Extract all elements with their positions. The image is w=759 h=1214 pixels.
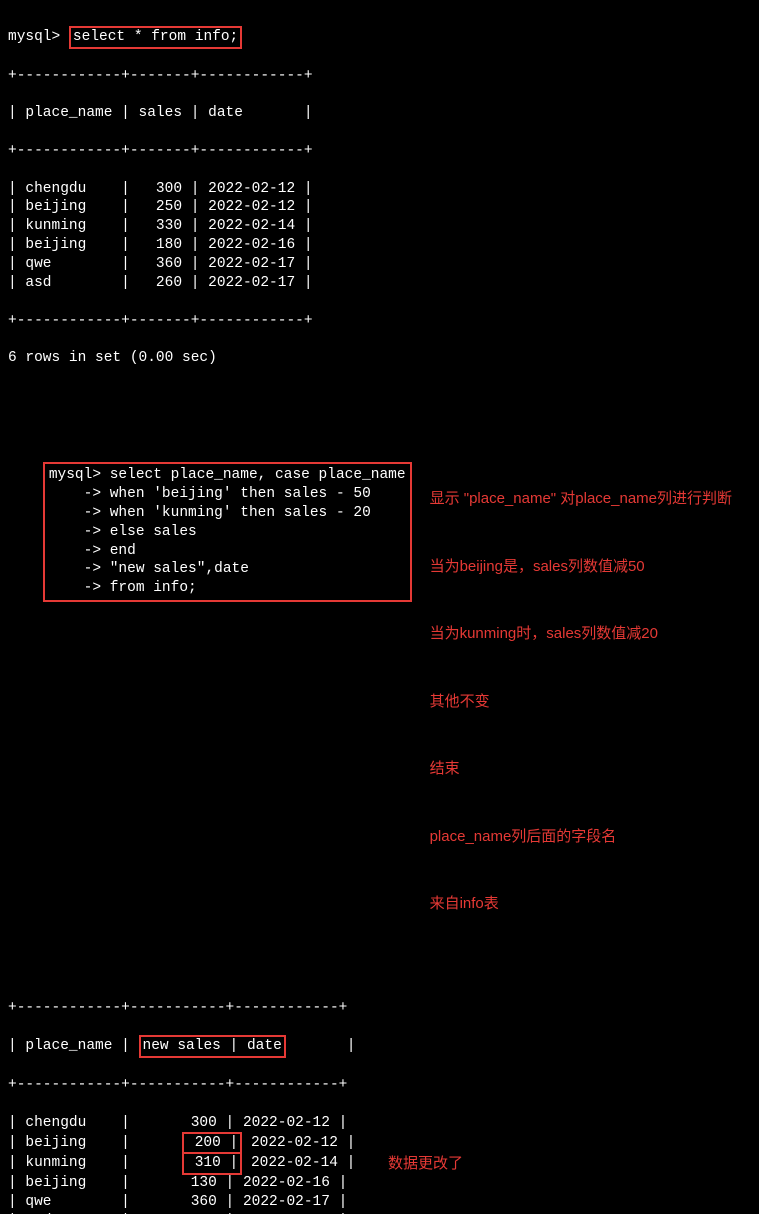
table2-sep: +------------+-----------+------------+ xyxy=(8,1076,751,1095)
table-row: | qwe | 360 | 2022-02-17 | xyxy=(8,255,751,274)
query2-line: -> "new sales",date xyxy=(49,560,406,579)
annot-line: 结束 xyxy=(430,758,751,781)
annot-line: 当为kunming时，sales列数值减20 xyxy=(430,623,751,646)
query1-highlight: select * from info; xyxy=(69,26,242,49)
annot-line: 当为beijing是，sales列数值减50 xyxy=(430,556,751,579)
table-row: | asd | 260 | 2022-02-17 | xyxy=(8,274,751,293)
query2-line: -> end xyxy=(49,542,406,561)
table1-header: | place_name | sales | date | xyxy=(8,104,751,123)
table-row: | kunming | 310 | 2022-02-14 | xyxy=(8,1153,751,1174)
query2-line: -> when 'kunming' then sales - 20 xyxy=(49,504,406,523)
query2-line: -> from info; xyxy=(49,579,406,598)
table-row: | chengdu | 300 | 2022-02-12 | xyxy=(8,180,751,199)
table-row: | chengdu | 300 | 2022-02-12 | xyxy=(8,1114,751,1133)
query2-line: mysql> select place_name, case place_nam… xyxy=(49,466,406,485)
annot-line: place_name列后面的字段名 xyxy=(430,826,751,849)
table-row: | qwe | 360 | 2022-02-17 | xyxy=(8,1193,751,1212)
annot-line: 其他不变 xyxy=(430,691,751,714)
query2-line: -> else sales xyxy=(49,523,406,542)
changed-value: 200 | xyxy=(182,1132,242,1155)
annot-line: 显示 "place_name" 对place_name列进行判断 xyxy=(430,488,751,511)
footer1: 6 rows in set (0.00 sec) xyxy=(8,349,751,368)
hdr2-highlight: new sales | date xyxy=(139,1035,286,1058)
table2-header: | place_name | new sales | date | xyxy=(8,1036,751,1057)
annotation-block: 显示 "place_name" 对place_name列进行判断 当为beiji… xyxy=(412,443,751,961)
table-row: | asd | 260 | 2022-02-17 | xyxy=(8,1212,751,1214)
changed-value: 310 | xyxy=(182,1152,242,1175)
table-row: | beijing | 250 | 2022-02-12 | xyxy=(8,198,751,217)
table2-sep: +------------+-----------+------------+ xyxy=(8,999,751,1018)
query2-highlight: mysql> select place_name, case place_nam… xyxy=(43,462,412,602)
table1-sep: +------------+-------+------------+ xyxy=(8,142,751,161)
table-row: | kunming | 330 | 2022-02-14 | xyxy=(8,217,751,236)
table-row: | beijing | 180 | 2022-02-16 | xyxy=(8,236,751,255)
table1-sep: +------------+-------+------------+ xyxy=(8,67,751,86)
table-row: | beijing | 200 | 2022-02-12 | xyxy=(8,1133,751,1154)
table-row: | beijing | 130 | 2022-02-16 | xyxy=(8,1174,751,1193)
terminal: mysql> select * from info; +------------… xyxy=(8,8,751,1214)
table1-sep: +------------+-------+------------+ xyxy=(8,312,751,331)
query1-line: mysql> select * from info; xyxy=(8,27,751,48)
query2-line: -> when 'beijing' then sales - 50 xyxy=(49,485,406,504)
data-change-annot: 数据更改了 xyxy=(388,1154,463,1174)
annot-line: 来自info表 xyxy=(430,893,751,916)
